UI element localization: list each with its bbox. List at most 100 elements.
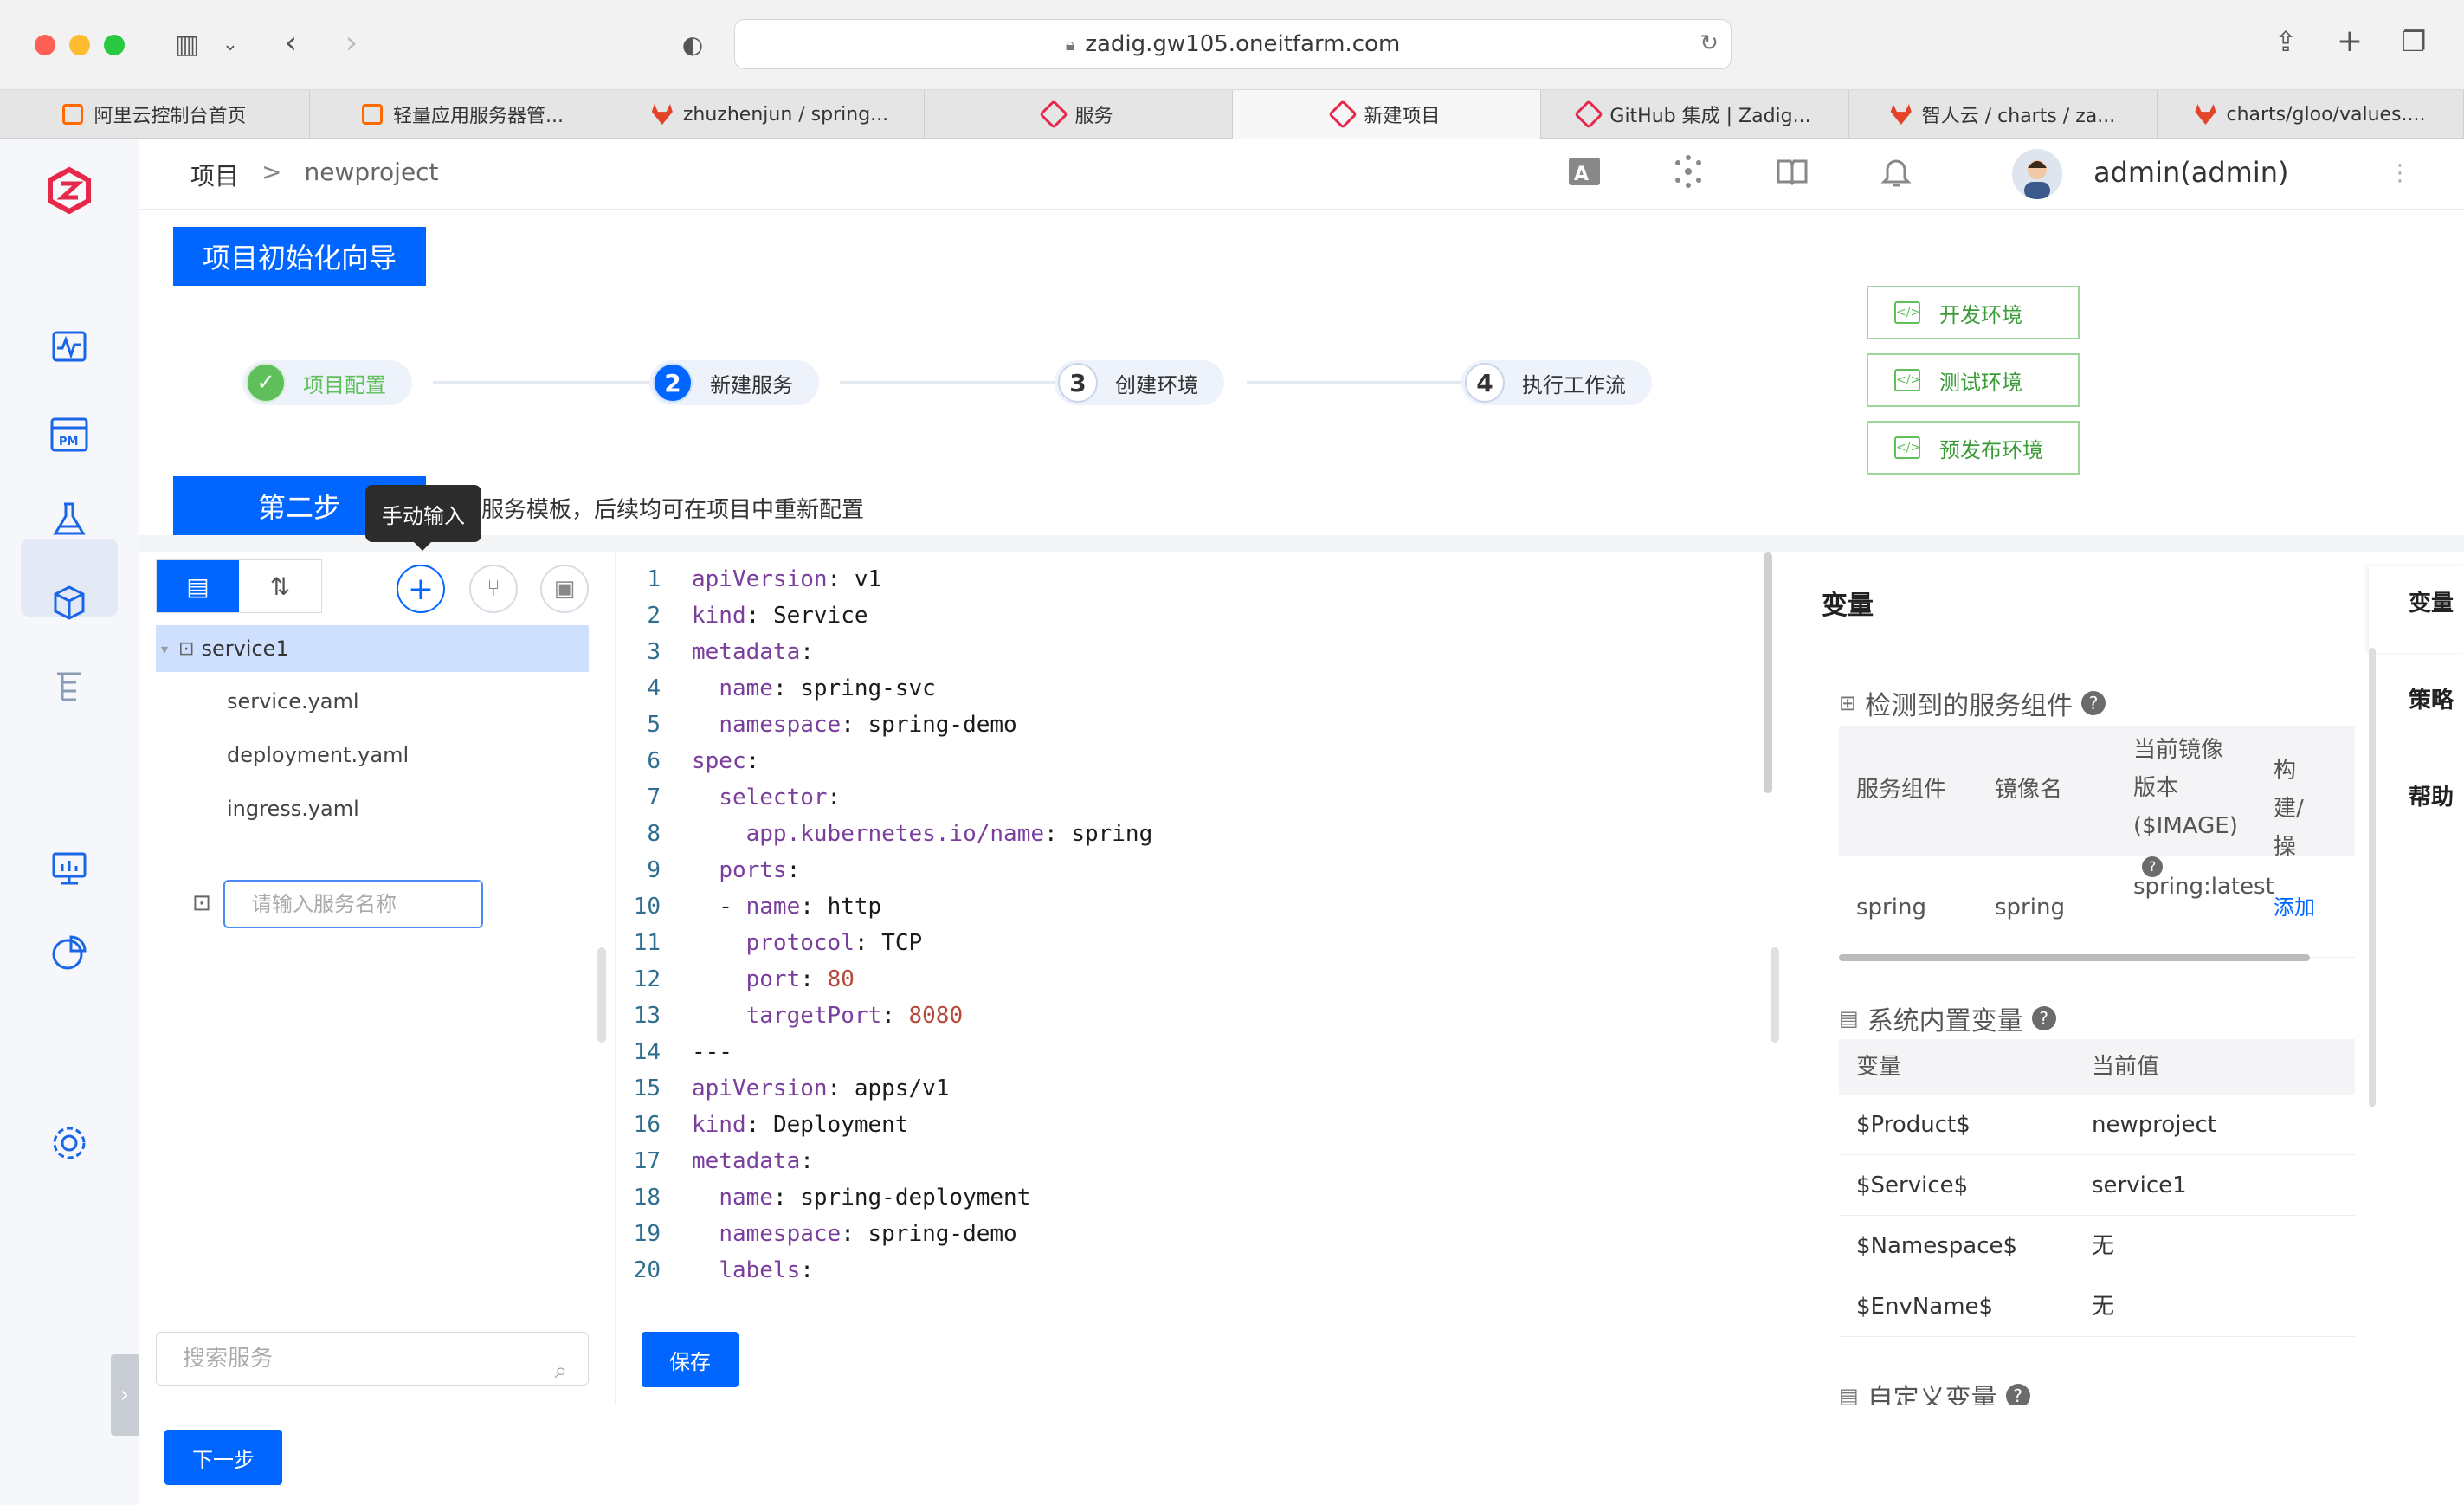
browser-tab[interactable]: 轻量应用服务器管... bbox=[310, 90, 616, 139]
editor-side-scrollbar[interactable] bbox=[1771, 947, 1779, 1043]
editor-scrollbar[interactable] bbox=[1764, 552, 1772, 793]
code-line[interactable]: 11 protocol: TCP bbox=[616, 925, 922, 961]
tree-scrollbar[interactable] bbox=[597, 947, 606, 1043]
browser-tab[interactable]: 智人云 / charts / za... bbox=[1849, 90, 2158, 139]
code-line[interactable]: 4 name: spring-svc bbox=[616, 670, 935, 707]
monitor-wave-icon[interactable] bbox=[43, 327, 95, 379]
env-dev-button[interactable]: </> 开发环境 bbox=[1867, 286, 2080, 339]
code-line[interactable]: 18 name: spring-deployment bbox=[616, 1179, 1031, 1216]
column-header: 镜像名 bbox=[1995, 777, 2063, 803]
code-line[interactable]: 6 spec: bbox=[616, 743, 773, 779]
code-line[interactable]: 16 kind: Deployment bbox=[616, 1107, 909, 1143]
reload-icon[interactable]: ↻ bbox=[1700, 30, 1719, 56]
tab-overview-icon[interactable]: ❐ bbox=[2396, 24, 2431, 59]
service-name-input[interactable]: 请输入服务名称 bbox=[223, 880, 483, 928]
sort-icon[interactable]: ⇅ bbox=[239, 560, 321, 612]
next-step-button[interactable]: 下一步 bbox=[164, 1430, 282, 1485]
more-vertical-icon[interactable]: ⋮ bbox=[2381, 154, 2419, 192]
variables-panel: 变量 ⊞ 检测到的服务组件 ? 服务组件 镜像名 当前镜像版本($IMAGE) … bbox=[1787, 552, 2355, 1405]
browser-tab[interactable]: 服务 bbox=[925, 90, 1233, 139]
sidebar-expand-button[interactable]: › bbox=[111, 1354, 139, 1436]
code-line[interactable]: 1 apiVersion: v1 bbox=[616, 561, 881, 597]
env-label: 开发环境 bbox=[1939, 302, 2022, 327]
file-item[interactable]: ingress.yaml bbox=[227, 797, 359, 821]
git-repo-button[interactable]: ⑂ bbox=[469, 565, 518, 613]
list-view-icon[interactable]: ▤ bbox=[157, 560, 239, 612]
line-number: 16 bbox=[633, 1112, 661, 1138]
env-test-button[interactable]: </> 测试环境 bbox=[1867, 353, 2080, 407]
code-line[interactable]: 3 metadata: bbox=[616, 634, 828, 670]
forward-icon[interactable]: › bbox=[336, 26, 367, 61]
code-line[interactable]: 7 selector: bbox=[616, 779, 855, 816]
code-area[interactable]: 1 apiVersion: v1 2 kind: Service 3 metadata: … bbox=[616, 561, 1758, 1289]
dashboard-screen-icon[interactable] bbox=[43, 849, 95, 901]
code-line[interactable]: 12 port: 80 bbox=[616, 961, 855, 998]
back-icon[interactable]: ‹ bbox=[275, 26, 306, 61]
caret-down-icon[interactable]: ▾ bbox=[161, 641, 168, 657]
url-bar[interactable]: 🔒︎ zadig.gw105.oneitfarm.com ↻ bbox=[734, 19, 1732, 69]
code-line[interactable]: 19 namespace: spring-demo bbox=[616, 1216, 1017, 1252]
right-tabs: 变量 策略 帮助 bbox=[2357, 552, 2464, 1405]
add-service-button[interactable]: + bbox=[397, 565, 445, 613]
sidebar-toggle-icon[interactable]: ▥ bbox=[170, 28, 204, 62]
cube-icon[interactable] bbox=[43, 584, 95, 636]
tab-policy[interactable]: 策略 bbox=[2409, 682, 2454, 714]
chevron-down-icon[interactable]: ⌄ bbox=[218, 28, 242, 62]
code-line[interactable]: 5 namespace: spring-demo bbox=[616, 707, 1016, 743]
new-tab-icon[interactable]: + bbox=[2332, 24, 2367, 59]
right-scrollbar[interactable] bbox=[2369, 648, 2376, 1107]
tab-variables[interactable]: 变量 bbox=[2409, 585, 2454, 617]
code-line[interactable]: 10 - name: http bbox=[616, 888, 882, 925]
line-number: 8 bbox=[647, 821, 661, 847]
service-tree-item[interactable]: ▾ ⊡ service1 bbox=[156, 625, 589, 672]
settings-gear-icon[interactable] bbox=[43, 1122, 95, 1174]
browser-tab[interactable]: 阿里云控制台首页 bbox=[0, 90, 310, 139]
maximize-window-icon[interactable] bbox=[104, 35, 125, 55]
add-build-link[interactable]: 添加 bbox=[2274, 888, 2315, 927]
docs-book-icon[interactable] bbox=[1773, 154, 1811, 192]
tree-structure-icon[interactable] bbox=[43, 669, 95, 720]
code-line[interactable]: 9 ports: bbox=[616, 852, 814, 888]
shield-icon[interactable]: ◐ bbox=[675, 28, 710, 62]
save-button[interactable]: 保存 bbox=[642, 1332, 739, 1387]
code-line[interactable]: 8 app.kubernetes.io/name: spring bbox=[616, 816, 1152, 852]
code-line[interactable]: 20 labels: bbox=[616, 1252, 828, 1289]
breadcrumb-projects[interactable]: 项目 bbox=[190, 158, 239, 192]
minimize-window-icon[interactable] bbox=[69, 35, 90, 55]
pie-chart-icon[interactable] bbox=[43, 933, 95, 985]
share-icon[interactable]: ⇪ bbox=[2268, 24, 2303, 59]
zadig-logo-icon[interactable] bbox=[43, 165, 95, 216]
browser-tab[interactable]: charts/gloo/values.... bbox=[2158, 90, 2464, 139]
file-item[interactable]: deployment.yaml bbox=[227, 743, 409, 767]
flask-icon[interactable] bbox=[43, 501, 95, 552]
tab-help[interactable]: 帮助 bbox=[2409, 779, 2454, 811]
yaml-value: Deployment bbox=[772, 1112, 909, 1138]
browser-tab[interactable]: GitHub 集成 | Zadig... bbox=[1541, 90, 1849, 139]
code-window-icon: </> bbox=[1894, 369, 1920, 391]
template-button[interactable]: ▣ bbox=[540, 565, 589, 613]
help-icon[interactable]: ? bbox=[2081, 691, 2106, 715]
close-window-icon[interactable] bbox=[35, 35, 55, 55]
code-line[interactable]: 15 apiVersion: apps/v1 bbox=[616, 1070, 950, 1107]
file-item[interactable]: service.yaml bbox=[227, 689, 359, 714]
browser-tab-active[interactable]: 新建项目 bbox=[1233, 90, 1541, 139]
search-service-input[interactable]: 搜索服务 ⌕ bbox=[156, 1332, 589, 1386]
code-line[interactable]: 14 --- bbox=[616, 1034, 732, 1070]
yaml-editor[interactable]: 1 apiVersion: v1 2 kind: Service 3 metadata: … bbox=[615, 552, 1779, 1405]
horizontal-scrollbar[interactable] bbox=[1839, 954, 2310, 961]
code-line[interactable]: 17 metadata: bbox=[616, 1143, 828, 1179]
plugins-dots-icon[interactable] bbox=[1669, 154, 1707, 192]
browser-tab[interactable]: zhuzhenjun / spring... bbox=[616, 90, 925, 139]
translate-icon[interactable]: A bbox=[1565, 154, 1603, 192]
code-line[interactable]: 2 kind: Service bbox=[616, 597, 868, 634]
bell-icon[interactable] bbox=[1877, 154, 1915, 192]
user-name[interactable]: admin(admin) bbox=[2093, 156, 2289, 189]
gitlab-icon bbox=[651, 104, 673, 125]
code-line[interactable]: 13 targetPort: 8080 bbox=[616, 998, 963, 1034]
project-pm-icon[interactable]: PM bbox=[43, 414, 95, 466]
help-icon[interactable]: ? bbox=[2005, 1384, 2030, 1405]
help-icon[interactable]: ? bbox=[2031, 1006, 2056, 1030]
avatar[interactable] bbox=[2012, 149, 2062, 199]
env-staging-button[interactable]: </> 预发布环境 bbox=[1867, 421, 2080, 475]
